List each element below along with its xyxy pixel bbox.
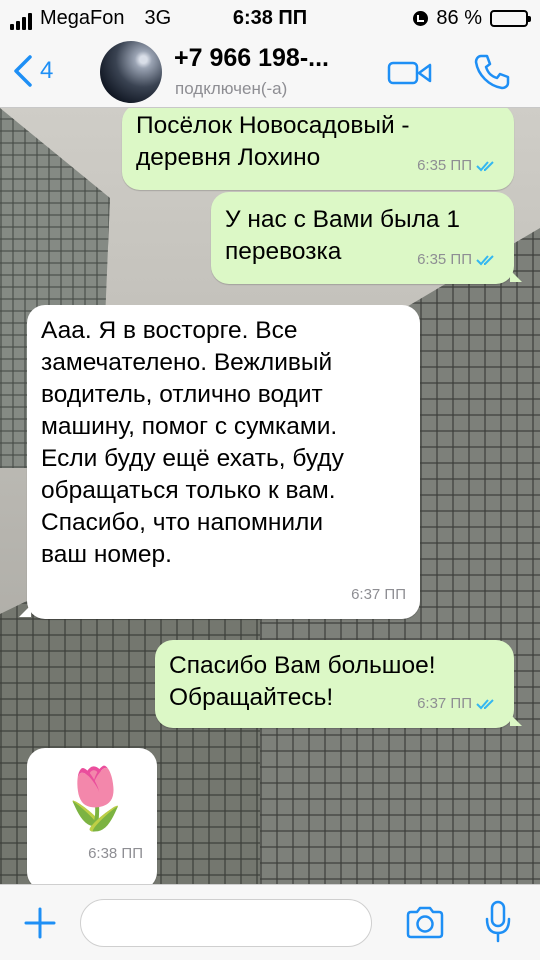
outgoing-message[interactable]: Посёлок Новосадовый - деревня Лохино 6:3… [122,108,514,190]
chat-messages-area[interactable]: Посёлок Новосадовый - деревня Лохино 6:3… [0,108,540,884]
contact-avatar[interactable] [100,41,162,103]
battery-info: 86 % [413,7,531,30]
plus-icon [24,907,56,939]
message-meta: 6:38 ПП [88,838,143,870]
message-time: 6:35 ПП [417,157,472,174]
message-time: 6:37 ПП [417,695,472,712]
message-input[interactable] [80,899,372,947]
read-receipt-icon [476,699,494,710]
chevron-left-icon [14,55,32,87]
microphone-icon [485,900,511,943]
message-time: 6:37 ПП [351,586,406,603]
phone-icon [474,54,510,90]
message-time: 6:38 ПП [88,845,143,862]
video-camera-icon [387,61,432,85]
voice-call-button[interactable] [472,52,512,97]
incoming-emoji-message[interactable]: 🌷 6:38 ПП [27,748,157,884]
alarm-icon [413,11,429,26]
tulip-emoji: 🌷 [58,765,133,832]
status-bar: MegaFon 3G 6:38 ПП 86 % [0,0,540,38]
message-text: Ааа. Я в восторге. Все замечателено. Веж… [41,317,344,568]
outgoing-message[interactable]: У нас с Вами была 1 перевозка 6:35 ПП [211,192,522,284]
chat-header: 4 +7 966 198-... подключен(-а) [0,38,540,108]
read-receipt-icon [476,255,494,266]
message-meta: 6:37 ПП [351,579,406,611]
battery-icon [490,10,531,27]
voice-message-button[interactable] [484,899,512,950]
battery-percent: 86 % [436,7,482,29]
message-meta: 6:37 ПП [417,688,500,720]
attach-button[interactable] [22,903,58,948]
incoming-message[interactable]: Ааа. Я в восторге. Все замечателено. Веж… [19,305,420,619]
back-button[interactable]: 4 [12,54,53,88]
camera-button[interactable] [404,905,446,946]
unread-chats-count: 4 [40,57,54,84]
video-call-button[interactable] [386,58,434,93]
read-receipt-icon [476,161,494,172]
message-input-bar [0,884,540,960]
outgoing-message[interactable]: Спасибо Вам большое! Обращайтесь! 6:37 П… [155,640,522,728]
contact-name[interactable]: +7 966 198-... [174,44,329,73]
message-time: 6:35 ПП [417,251,472,268]
message-meta: 6:35 ПП [417,150,500,182]
contact-status: подключен(-а) [175,79,288,98]
camera-icon [406,906,444,939]
message-meta: 6:35 ПП [417,244,500,276]
